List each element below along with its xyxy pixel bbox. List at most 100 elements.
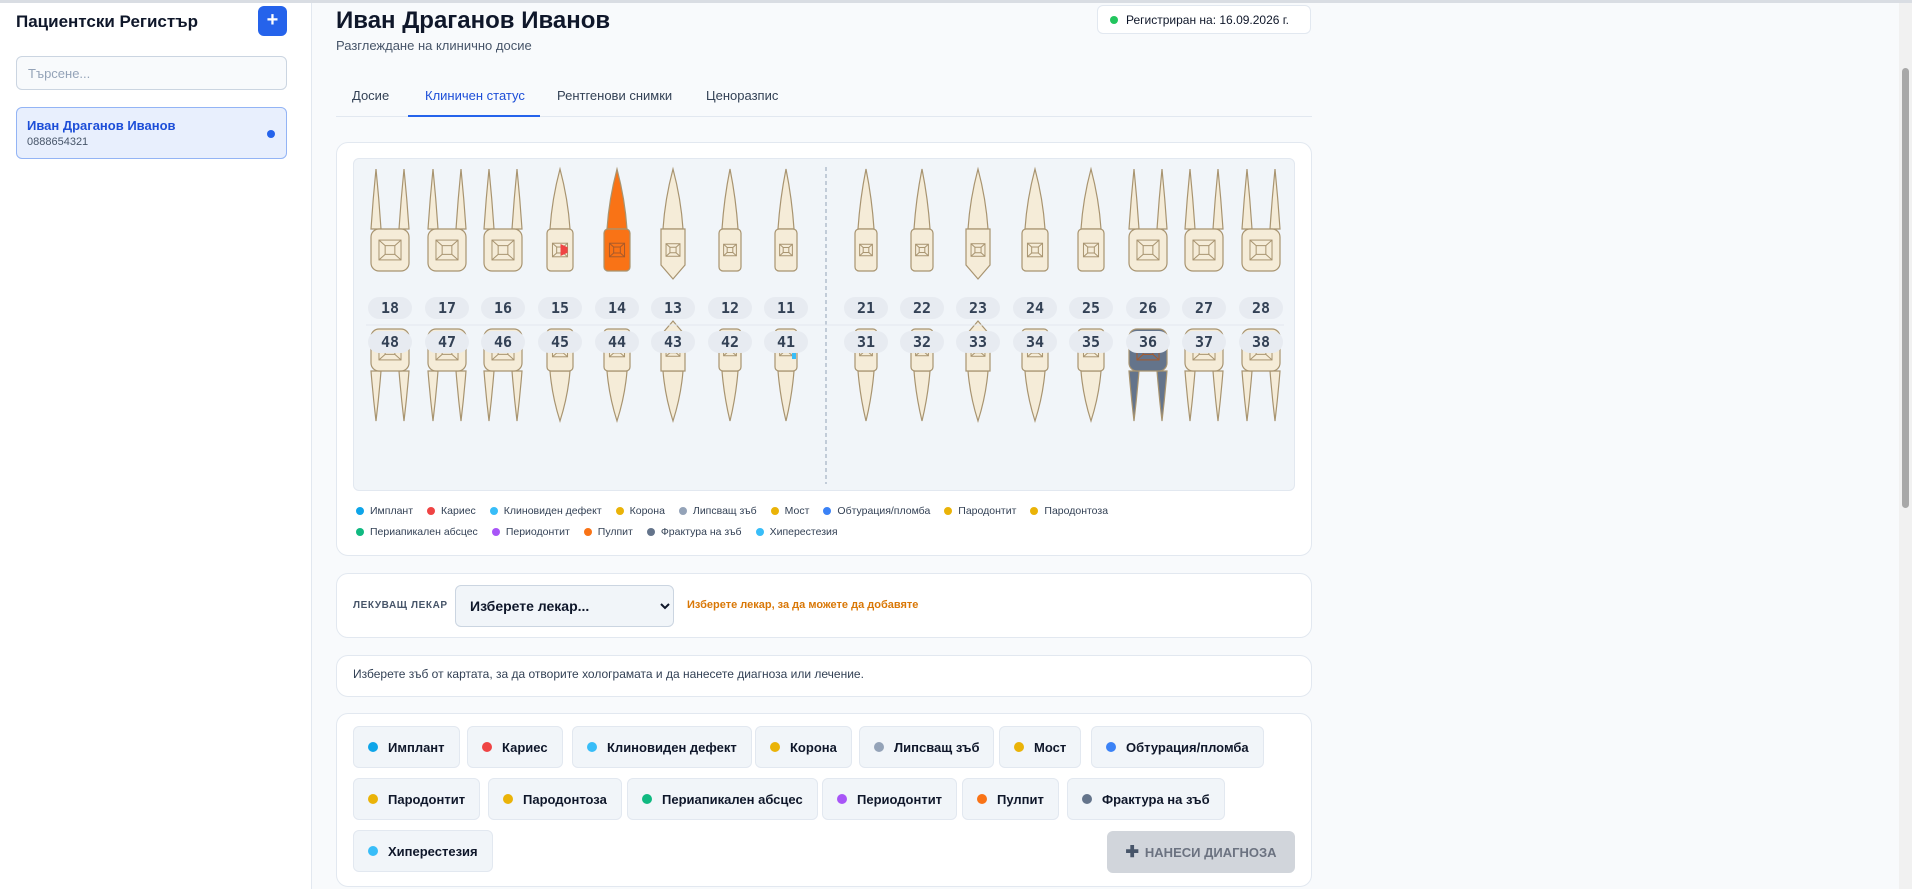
tooth-number-18[interactable]: 18	[368, 297, 412, 319]
tooth-number-15[interactable]: 15	[538, 297, 582, 319]
tooth-root	[1128, 370, 1140, 422]
condition-dot-icon	[368, 742, 378, 752]
condition-chip[interactable]: Пародонтит	[353, 778, 481, 820]
tooth-root	[1241, 370, 1253, 422]
tooth-number-28[interactable]: 28	[1239, 297, 1283, 319]
tooth-number-13[interactable]: 13	[651, 297, 695, 319]
tooth-21[interactable]	[854, 168, 878, 272]
condition-chip[interactable]: Периодонтит	[822, 778, 958, 820]
tooth-number-35[interactable]: 35	[1069, 331, 1113, 353]
tooth-root	[721, 370, 739, 422]
condition-chip[interactable]: Пулпит	[962, 778, 1059, 820]
condition-chip[interactable]: Кариес	[467, 726, 563, 768]
tooth-number-14[interactable]: 14	[595, 297, 639, 319]
tooth-root	[662, 370, 684, 423]
tooth-25[interactable]	[1077, 166, 1105, 272]
legend-dot-icon	[944, 507, 953, 515]
condition-chip[interactable]: Липсващ зъб	[859, 726, 995, 768]
scrollbar-thumb[interactable]	[1902, 68, 1909, 508]
dental-chart: 18 17 16 15 14 13 12 11 21 22 23 24 25 26 27 28 48 47 46 45…	[353, 158, 1295, 491]
apply-diagnosis-button[interactable]: ✚ НАНЕСИ ДИАГНОЗА	[1107, 831, 1295, 873]
tooth-number-17[interactable]: 17	[425, 297, 469, 319]
condition-chip[interactable]: Мост	[999, 726, 1082, 768]
legend-label: Пародонтоза	[1044, 505, 1109, 517]
tooth-number-22[interactable]: 22	[900, 297, 944, 319]
tooth-crown	[854, 228, 878, 272]
tooth-number-27[interactable]: 27	[1182, 297, 1226, 319]
tooth-23[interactable]	[965, 166, 991, 280]
tab-dossier[interactable]: Досие	[352, 82, 389, 117]
patient-list-item[interactable]: Иван Драганов Иванов 0888654321	[16, 107, 287, 159]
tooth-number-47[interactable]: 47	[425, 331, 469, 353]
tooth-number-34[interactable]: 34	[1013, 331, 1057, 353]
condition-chip[interactable]: Корона	[755, 726, 852, 768]
condition-dot-icon	[503, 794, 513, 804]
legend-item: Кариес	[427, 505, 476, 517]
tooth-number-42[interactable]: 42	[708, 331, 752, 353]
tooth-crown	[1021, 228, 1049, 272]
condition-dot-icon	[368, 794, 378, 804]
tooth-27[interactable]	[1184, 168, 1224, 272]
tooth-number-31[interactable]: 31	[844, 331, 888, 353]
tooth-17[interactable]	[427, 168, 467, 272]
tab-pricelist[interactable]: Ценоразпис	[706, 82, 778, 117]
tooth-number-24[interactable]: 24	[1013, 297, 1057, 319]
condition-chip[interactable]: Обтурация/пломба	[1091, 726, 1264, 768]
tooth-number-12[interactable]: 12	[708, 297, 752, 319]
tooth-number-38[interactable]: 38	[1239, 331, 1283, 353]
tooth-crown	[1077, 228, 1105, 272]
tooth-18[interactable]	[370, 168, 410, 272]
tooth-14[interactable]	[603, 166, 631, 272]
tooth-number-26[interactable]: 26	[1126, 297, 1170, 319]
tooth-number-46[interactable]: 46	[481, 331, 525, 353]
tooth-28[interactable]	[1241, 168, 1281, 272]
tooth-number-36[interactable]: 36	[1126, 331, 1170, 353]
add-patient-button[interactable]: +	[258, 6, 287, 36]
doctor-select[interactable]: Изберете лекар...	[455, 585, 674, 627]
condition-dot-icon	[642, 794, 652, 804]
tooth-number-43[interactable]: 43	[651, 331, 695, 353]
tooth-12[interactable]	[718, 168, 742, 272]
plus-icon: ✚	[1125, 844, 1139, 861]
tooth-root	[1269, 168, 1281, 230]
tooth-15[interactable]	[546, 166, 574, 272]
tab-clinical-status[interactable]: Клиничен статус	[408, 82, 540, 117]
tab-xrays[interactable]: Рентгенови снимки	[557, 82, 672, 117]
tooth-root	[777, 168, 795, 230]
tooth-number-37[interactable]: 37	[1182, 331, 1226, 353]
condition-chip[interactable]: Клиновиден дефект	[572, 726, 752, 768]
tooth-number-33[interactable]: 33	[956, 331, 1000, 353]
tooth-number-32[interactable]: 32	[900, 331, 944, 353]
app-title: Пациентски Регистър	[16, 12, 198, 31]
status-dot-icon	[1110, 15, 1118, 24]
tooth-number-21[interactable]: 21	[844, 297, 888, 319]
tooth-number-41[interactable]: 41	[764, 331, 808, 353]
condition-chip[interactable]: Фрактура на зъб	[1067, 778, 1225, 820]
tooth-number-23[interactable]: 23	[956, 297, 1000, 319]
condition-chip[interactable]: Пародонтоза	[488, 778, 622, 820]
tooth-24[interactable]	[1021, 166, 1049, 272]
tooth-root	[967, 370, 989, 423]
legend-dot-icon	[678, 507, 687, 515]
patient-phone: 0888654321	[27, 136, 89, 148]
tooth-number-16[interactable]: 16	[481, 297, 525, 319]
legend-item: Хиперестезия	[755, 526, 838, 538]
tooth-number-44[interactable]: 44	[595, 331, 639, 353]
tooth-number-25[interactable]: 25	[1069, 297, 1113, 319]
search-input[interactable]	[16, 56, 287, 90]
tooth-number-48[interactable]: 48	[368, 331, 412, 353]
tooth-11[interactable]	[774, 168, 798, 272]
condition-chip[interactable]: Имплант	[353, 726, 460, 768]
tooth-26[interactable]	[1128, 168, 1168, 272]
tooth-root	[398, 370, 410, 422]
condition-chip[interactable]: Хиперестезия	[353, 830, 493, 872]
tooth-22[interactable]	[910, 168, 934, 272]
tooth-root	[1024, 370, 1046, 423]
condition-dot-icon	[874, 742, 884, 752]
tooth-16[interactable]	[483, 168, 523, 272]
legend-dot-icon	[823, 507, 832, 515]
condition-chip[interactable]: Периапикален абсцес	[627, 778, 818, 820]
tooth-number-45[interactable]: 45	[538, 331, 582, 353]
tooth-number-11[interactable]: 11	[764, 297, 808, 319]
tooth-13[interactable]	[660, 166, 686, 280]
